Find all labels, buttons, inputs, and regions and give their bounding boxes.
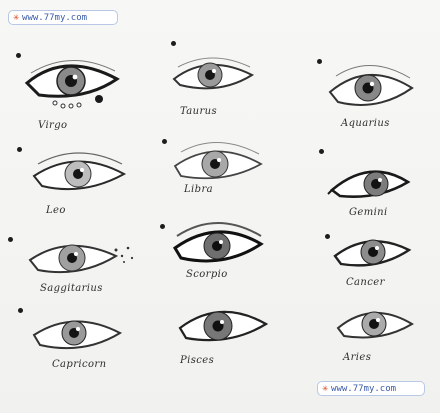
bullet-dot [171,41,176,46]
watermark-text: www.77my.com [22,12,88,23]
bullet-dot [160,224,165,229]
eye-sketch-gemini [327,160,412,200]
eye-sketch-aries [336,302,416,344]
eye-label: Capricorn [52,359,107,370]
eye-label: Saggitarius [40,283,103,294]
eye-label: Cancer [346,277,385,288]
asterisk-icon: ✳ [13,11,20,23]
asterisk-icon: ✳ [322,382,329,394]
bullet-dot [18,308,23,313]
eye-label: Virgo [38,120,68,131]
eye-sketch-cancer [333,232,415,272]
eye-sketch-saggitarius [28,236,138,281]
eye-sketch-virgo [24,55,125,110]
eye-label: Gemini [349,207,388,218]
sketch-sheet: ✳ www.77my.com Virgo Taurus Aquarius Leo… [0,0,440,413]
bullet-dot [162,139,167,144]
watermark-text: www.77my.com [331,383,397,394]
bullet-dot [319,149,324,154]
bullet-dot [325,234,330,239]
eye-sketch-pisces [178,300,270,348]
eye-sketch-leo [32,152,127,197]
eye-label: Libra [184,184,213,195]
eye-sketch-capricorn [32,313,124,355]
watermark-badge-top: ✳ www.77my.com [8,10,118,25]
bullet-dot [17,147,22,152]
watermark-badge-bottom: ✳ www.77my.com [317,381,425,396]
eye-label: Aries [343,352,372,363]
bullet-dot [8,237,13,242]
eye-sketch-scorpio [173,222,265,270]
eye-sketch-aquarius [328,62,416,112]
eye-label: Pisces [180,355,215,366]
eye-label: Scorpio [186,269,228,280]
eye-label: Leo [46,205,66,216]
bullet-dot [16,53,21,58]
eye-label: Aquarius [341,118,390,129]
bullet-dot [317,59,322,64]
eye-sketch-libra [173,140,265,185]
eye-label: Taurus [180,106,218,117]
eye-sketch-taurus [172,55,257,95]
